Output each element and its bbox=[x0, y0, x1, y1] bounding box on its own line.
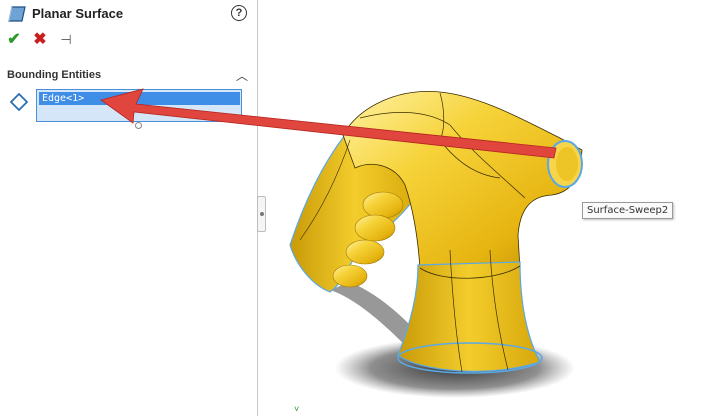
list-resize-handle[interactable] bbox=[135, 122, 142, 129]
planar-surface-icon bbox=[8, 6, 26, 22]
selected-entity-item[interactable]: Edge<1> bbox=[39, 92, 240, 105]
edge-selection-icon bbox=[9, 92, 29, 112]
entity-tooltip: Surface-Sweep2 bbox=[582, 202, 674, 219]
section-title: Bounding Entities bbox=[7, 69, 102, 81]
property-manager-panel: Planar Surface ? ✔ ✖ ⊣ Bounding Entities… bbox=[0, 0, 258, 416]
bounding-entities-section-header[interactable]: Bounding Entities ︿ bbox=[0, 64, 258, 86]
property-manager-title: Planar Surface bbox=[32, 6, 124, 21]
chevron-up-icon[interactable]: ︿ bbox=[236, 67, 250, 83]
ok-button[interactable]: ✔ bbox=[4, 30, 24, 50]
pin-icon[interactable]: ⊣ bbox=[56, 30, 76, 50]
triad-icon: ˅ bbox=[294, 404, 300, 414]
help-icon[interactable]: ? bbox=[231, 5, 247, 21]
property-manager-header: Planar Surface ? bbox=[0, 0, 258, 28]
bounding-entities-selection-list[interactable]: Edge<1> bbox=[36, 89, 242, 122]
cancel-button[interactable]: ✖ bbox=[30, 30, 50, 50]
action-toolbar: ✔ ✖ ⊣ bbox=[0, 30, 258, 50]
